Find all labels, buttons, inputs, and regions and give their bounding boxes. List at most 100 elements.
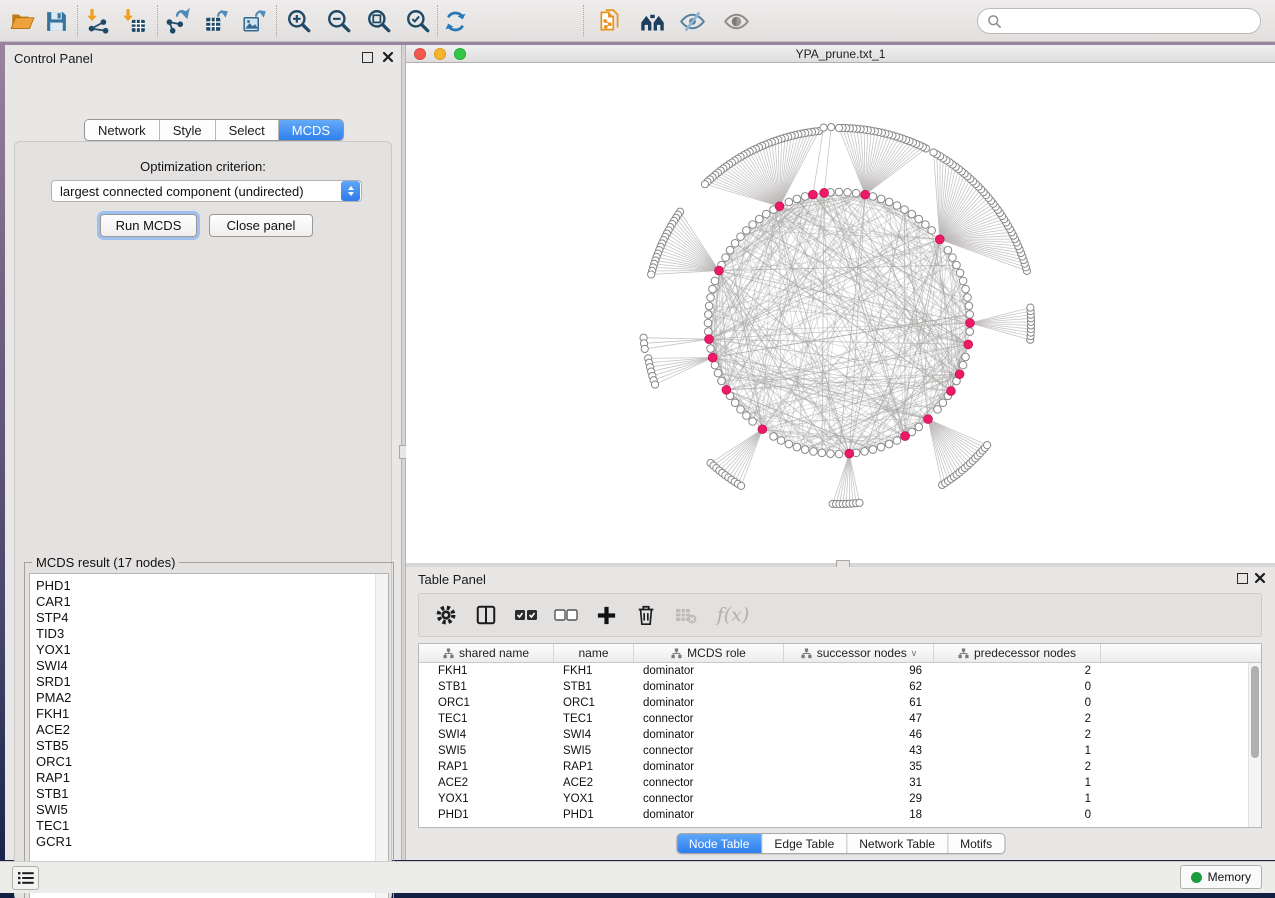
tab-network-table[interactable]: Network Table [847,834,948,853]
mcds-result-item[interactable]: ACE2 [36,722,388,738]
zoom-fit-icon[interactable] [365,7,393,35]
table-row[interactable]: ACE2ACE2connector311 [419,775,1248,791]
hide-graphics-details-icon[interactable] [678,7,706,35]
close-panel-icon[interactable] [1254,572,1266,584]
table-header-row: shared name name MCDS role successor nod… [419,644,1261,663]
toolbar-separator [437,5,438,37]
table-cell: YOX1 [554,791,634,807]
mcds-list-scrollbar[interactable] [375,574,388,898]
column-header-predecessor-nodes[interactable]: predecessor nodes [934,644,1101,662]
network-window-title: YPA_prune.txt_1 [406,47,1275,61]
close-panel-icon[interactable] [382,51,394,63]
mcds-result-item[interactable]: YOX1 [36,642,388,658]
search-icon [987,14,1002,29]
column-header-successor-nodes[interactable]: successor nodes v [784,644,934,662]
task-history-button[interactable] [12,866,39,890]
column-header-shared-name[interactable]: shared name [419,644,554,662]
tab-mcds[interactable]: MCDS [279,120,343,140]
scrollbar-thumb[interactable] [1251,666,1259,758]
mcds-result-item[interactable]: RAP1 [36,770,388,786]
float-panel-icon[interactable] [1237,573,1248,584]
mcds-result-item[interactable]: PHD1 [36,578,388,594]
mcds-result-item[interactable]: STB1 [36,786,388,802]
optimization-criterion-select[interactable]: largest connected component (undirected) [51,180,362,202]
control-panel: Control Panel Network Style Select MCDS … [5,45,401,860]
delete-column-icon[interactable] [633,602,659,628]
table-row[interactable]: RAP1RAP1dominator352 [419,759,1248,775]
select-all-icon[interactable] [513,602,539,628]
save-session-icon[interactable] [42,7,70,35]
tab-select[interactable]: Select [216,120,279,140]
table-settings-gear-icon[interactable] [433,602,459,628]
attribute-icon [671,648,682,659]
column-header-name[interactable]: name [554,644,634,662]
search-field[interactable] [977,8,1261,34]
attribute-icon [443,648,454,659]
network-from-document-icon[interactable] [596,7,624,35]
column-header-mcds-role[interactable]: MCDS role [634,644,784,662]
table-cell: 0 [934,679,1101,695]
mcds-result-item[interactable]: GCR1 [36,834,388,850]
table-cell: dominator [634,695,784,711]
run-mcds-button[interactable]: Run MCDS [100,214,197,237]
table-row[interactable]: FKH1FKH1dominator962 [419,663,1248,679]
toolbar-separator [276,5,277,37]
network-canvas[interactable] [406,63,1275,563]
mcds-result-item[interactable]: SWI4 [36,658,388,674]
tab-edge-table[interactable]: Edge Table [762,834,847,853]
refresh-layout-icon[interactable] [441,7,469,35]
import-network-icon[interactable] [84,7,112,35]
mcds-result-title: MCDS result (17 nodes) [32,555,179,570]
tab-style[interactable]: Style [160,120,216,140]
main-toolbar [0,0,1275,42]
tab-motifs[interactable]: Motifs [948,834,1004,853]
table-cell: dominator [634,807,784,823]
mcds-result-item[interactable]: CAR1 [36,594,388,610]
table-row[interactable]: TEC1TEC1connector472 [419,711,1248,727]
table-row[interactable]: SWI4SWI4dominator462 [419,727,1248,743]
import-table-icon[interactable] [120,7,148,35]
mcds-result-item[interactable]: FKH1 [36,706,388,722]
zoom-out-icon[interactable] [325,7,353,35]
table-row[interactable]: SWI5SWI5connector431 [419,743,1248,759]
table-scrollbar[interactable] [1248,663,1261,827]
mcds-result-list[interactable]: PHD1CAR1STP4TID3YOX1SWI4SRD1PMA2FKH1ACE2… [29,573,389,898]
mcds-result-item[interactable]: ORC1 [36,754,388,770]
export-network-icon[interactable] [163,7,191,35]
mcds-result-item[interactable]: STB5 [36,738,388,754]
table-row[interactable]: PHD1PHD1dominator180 [419,807,1248,823]
table-cell: FKH1 [419,663,554,679]
close-panel-button[interactable]: Close panel [209,214,313,237]
table-row[interactable]: STB1STB1dominator620 [419,679,1248,695]
add-column-icon[interactable] [593,602,619,628]
float-panel-icon[interactable] [362,52,373,63]
table-cell: 43 [784,743,934,759]
export-image-icon[interactable] [241,7,269,35]
table-row[interactable]: YOX1YOX1connector291 [419,791,1248,807]
table-cell: 29 [784,791,934,807]
mcds-result-item[interactable]: TID3 [36,626,388,642]
mcds-result-item[interactable]: SWI5 [36,802,388,818]
zoom-in-icon[interactable] [285,7,313,35]
function-builder-icon-disabled: f(x) [713,602,753,628]
search-network-icon[interactable] [638,7,666,35]
table-cell: STB1 [554,679,634,695]
tab-network[interactable]: Network [85,120,160,140]
mcds-result-item[interactable]: PMA2 [36,690,388,706]
table-cell: SWI5 [554,743,634,759]
mcds-result-item[interactable]: STP4 [36,610,388,626]
network-window-titlebar[interactable]: YPA_prune.txt_1 [406,45,1275,63]
table-cell: 0 [934,807,1101,823]
export-table-icon[interactable] [203,7,231,35]
show-columns-icon[interactable] [473,602,499,628]
tab-node-table[interactable]: Node Table [677,834,763,853]
open-file-icon[interactable] [8,7,36,35]
memory-button[interactable]: Memory [1180,865,1262,889]
show-graphics-details-icon[interactable] [722,7,750,35]
deselect-all-icon[interactable] [553,602,579,628]
search-input[interactable] [1002,14,1260,28]
mcds-result-item[interactable]: SRD1 [36,674,388,690]
mcds-result-item[interactable]: TEC1 [36,818,388,834]
zoom-selected-icon[interactable] [404,7,432,35]
table-row[interactable]: ORC1ORC1dominator610 [419,695,1248,711]
